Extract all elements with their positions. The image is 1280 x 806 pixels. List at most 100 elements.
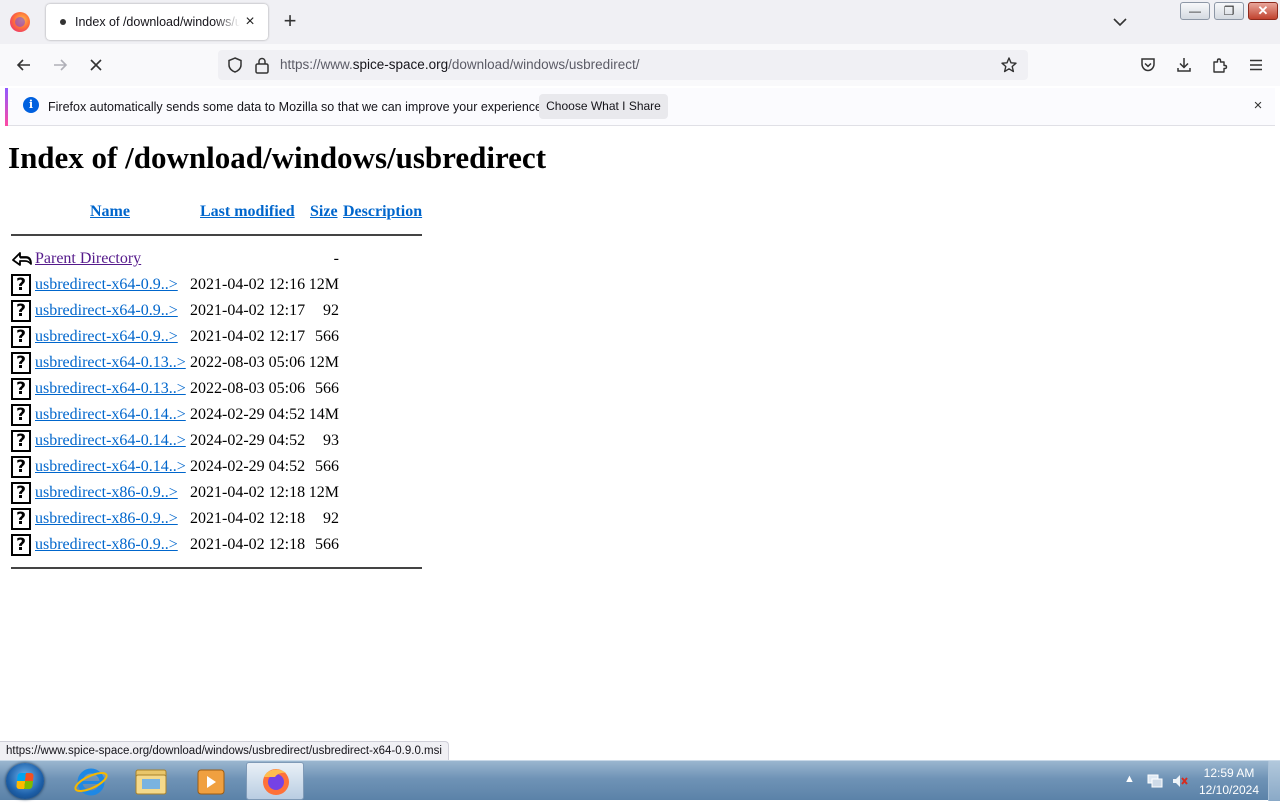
url-path: /download/windows/usbredirect/ <box>448 57 640 72</box>
application-menu-button[interactable] <box>1242 52 1270 78</box>
divider <box>11 567 422 569</box>
pocket-button[interactable] <box>1134 52 1162 78</box>
tab-active[interactable]: Index of /download/windows/usbredirect/ … <box>46 4 268 40</box>
taskbar-internet-explorer[interactable] <box>62 762 120 800</box>
arrow-right-icon <box>54 59 68 71</box>
page-content: Index of /download/windows/usbredirect N… <box>0 130 1280 742</box>
file-link[interactable]: usbredirect-x64-0.9..> <box>35 302 178 320</box>
file-last-modified: 2021-04-02 12:18 <box>190 484 306 501</box>
file-link[interactable]: usbredirect-x64-0.9..> <box>35 276 178 294</box>
extensions-button[interactable] <box>1206 52 1234 78</box>
choose-what-i-share-button[interactable]: Choose What I Share <box>539 94 668 119</box>
column-header-size[interactable]: Size <box>310 203 338 221</box>
forward-button[interactable] <box>46 52 74 78</box>
address-bar[interactable]: https://www.spice-space.org/download/win… <box>218 50 1028 80</box>
back-button[interactable] <box>10 52 38 78</box>
folder-icon <box>135 769 167 795</box>
pocket-icon <box>1141 58 1155 72</box>
window-maximize-button[interactable]: ❐ <box>1214 2 1244 20</box>
link-status-tooltip: https://www.spice-space.org/download/win… <box>0 741 449 760</box>
unknown-file-icon: ? <box>11 274 31 296</box>
file-row: ? usbredirect-x64-0.9..> 2021-04-02 12:17 5… <box>0 325 430 351</box>
shield-icon[interactable] <box>226 56 244 74</box>
downloads-button[interactable] <box>1170 52 1198 78</box>
show-hidden-icons-button[interactable]: ▲ <box>1124 773 1135 785</box>
taskbar-firefox[interactable] <box>246 762 304 800</box>
show-desktop-button[interactable] <box>1268 761 1280 801</box>
file-link[interactable]: usbredirect-x64-0.9..> <box>35 328 178 346</box>
file-last-modified: 2021-04-02 12:18 <box>190 510 306 527</box>
file-size: 92 <box>323 510 339 527</box>
url-host: spice-space.org <box>352 57 449 72</box>
arrow-left-icon <box>16 59 30 71</box>
file-last-modified: 2024-02-29 04:52 <box>190 432 306 449</box>
file-row: ? usbredirect-x86-0.9..> 2021-04-02 12:18 5… <box>0 533 430 559</box>
file-size: 566 <box>315 458 339 475</box>
file-size: 92 <box>323 302 339 319</box>
tab-strip: Index of /download/windows/usbredirect/ … <box>0 0 1280 44</box>
unknown-file-icon: ? <box>11 534 31 556</box>
file-size: 566 <box>315 536 339 553</box>
firefox-icon <box>263 769 289 795</box>
new-tab-button[interactable]: + <box>278 10 302 34</box>
taskbar-media-player[interactable] <box>182 762 240 800</box>
url-text[interactable]: https://www.spice-space.org/download/win… <box>280 57 639 72</box>
list-all-tabs-button[interactable] <box>1108 10 1132 34</box>
file-last-modified: 2024-02-29 04:52 <box>190 406 306 423</box>
media-player-icon <box>197 769 225 795</box>
notification-message: Firefox automatically sends some data to… <box>48 100 546 114</box>
unknown-file-icon: ? <box>11 352 31 374</box>
lock-icon[interactable] <box>254 56 270 74</box>
file-last-modified: 2022-08-03 05:06 <box>190 354 306 371</box>
internet-explorer-icon <box>74 768 108 796</box>
file-link[interactable]: usbredirect-x64-0.14..> <box>35 458 186 476</box>
file-size: 12M <box>308 354 339 371</box>
column-header-description[interactable]: Description <box>343 203 422 221</box>
volume-muted-icon[interactable] <box>1171 773 1189 789</box>
column-header-name[interactable]: Name <box>90 203 130 221</box>
clock-time[interactable]: 12:59 AM <box>1196 766 1262 780</box>
file-link[interactable]: usbredirect-x64-0.13..> <box>35 354 186 372</box>
file-row: ? usbredirect-x64-0.13..> 2022-08-03 05:06… <box>0 351 430 377</box>
file-link[interactable]: usbredirect-x64-0.14..> <box>35 406 186 424</box>
file-link[interactable]: usbredirect-x86-0.9..> <box>35 536 178 554</box>
unknown-file-icon: ? <box>11 482 31 504</box>
file-row: ? usbredirect-x64-0.13..> 2022-08-03 05:06… <box>0 377 430 403</box>
parent-directory-link[interactable]: Parent Directory <box>35 250 141 268</box>
parent-directory-row: Parent Directory - <box>0 247 430 273</box>
file-row: ? usbredirect-x64-0.14..> 2024-02-29 04:52… <box>0 429 430 455</box>
file-row: ? usbredirect-x64-0.14..> 2024-02-29 04:52… <box>0 455 430 481</box>
file-link[interactable]: usbredirect-x86-0.9..> <box>35 484 178 502</box>
file-last-modified: 2021-04-02 12:17 <box>190 328 306 345</box>
unknown-file-icon: ? <box>11 508 31 530</box>
taskbar-windows-explorer[interactable] <box>122 762 180 800</box>
unknown-file-icon: ? <box>11 326 31 348</box>
window-close-button[interactable]: ✕ <box>1248 2 1278 20</box>
column-header-last-modified[interactable]: Last modified <box>200 203 295 221</box>
file-row: ? usbredirect-x64-0.9..> 2021-04-02 12:17 9… <box>0 299 430 325</box>
file-row: ? usbredirect-x64-0.9..> 2021-04-02 12:16 1… <box>0 273 430 299</box>
firefox-view-icon[interactable] <box>10 12 30 32</box>
navigation-toolbar: https://www.spice-space.org/download/win… <box>0 44 1280 86</box>
notification-close-button[interactable]: × <box>1248 96 1268 116</box>
file-last-modified: 2021-04-02 12:18 <box>190 536 306 553</box>
file-size: 93 <box>323 432 339 449</box>
tab-close-button[interactable]: × <box>240 12 260 32</box>
chevron-down-icon <box>1113 18 1127 27</box>
file-link[interactable]: usbredirect-x86-0.9..> <box>35 510 178 528</box>
unknown-file-icon: ? <box>11 300 31 322</box>
unknown-file-icon: ? <box>11 456 31 478</box>
file-link[interactable]: usbredirect-x64-0.14..> <box>35 432 186 450</box>
start-button[interactable] <box>6 763 44 799</box>
close-icon <box>90 59 102 71</box>
window-minimize-button[interactable]: — <box>1180 2 1210 20</box>
file-size: 12M <box>308 276 339 293</box>
star-icon[interactable] <box>1000 56 1018 74</box>
stop-loading-button[interactable] <box>82 52 110 78</box>
clock-date[interactable]: 12/10/2024 <box>1196 783 1262 797</box>
file-link[interactable]: usbredirect-x64-0.13..> <box>35 380 186 398</box>
network-icon[interactable] <box>1146 773 1164 789</box>
unknown-file-icon: ? <box>11 378 31 400</box>
tab-loading-icon <box>60 19 66 25</box>
file-last-modified: 2024-02-29 04:52 <box>190 458 306 475</box>
